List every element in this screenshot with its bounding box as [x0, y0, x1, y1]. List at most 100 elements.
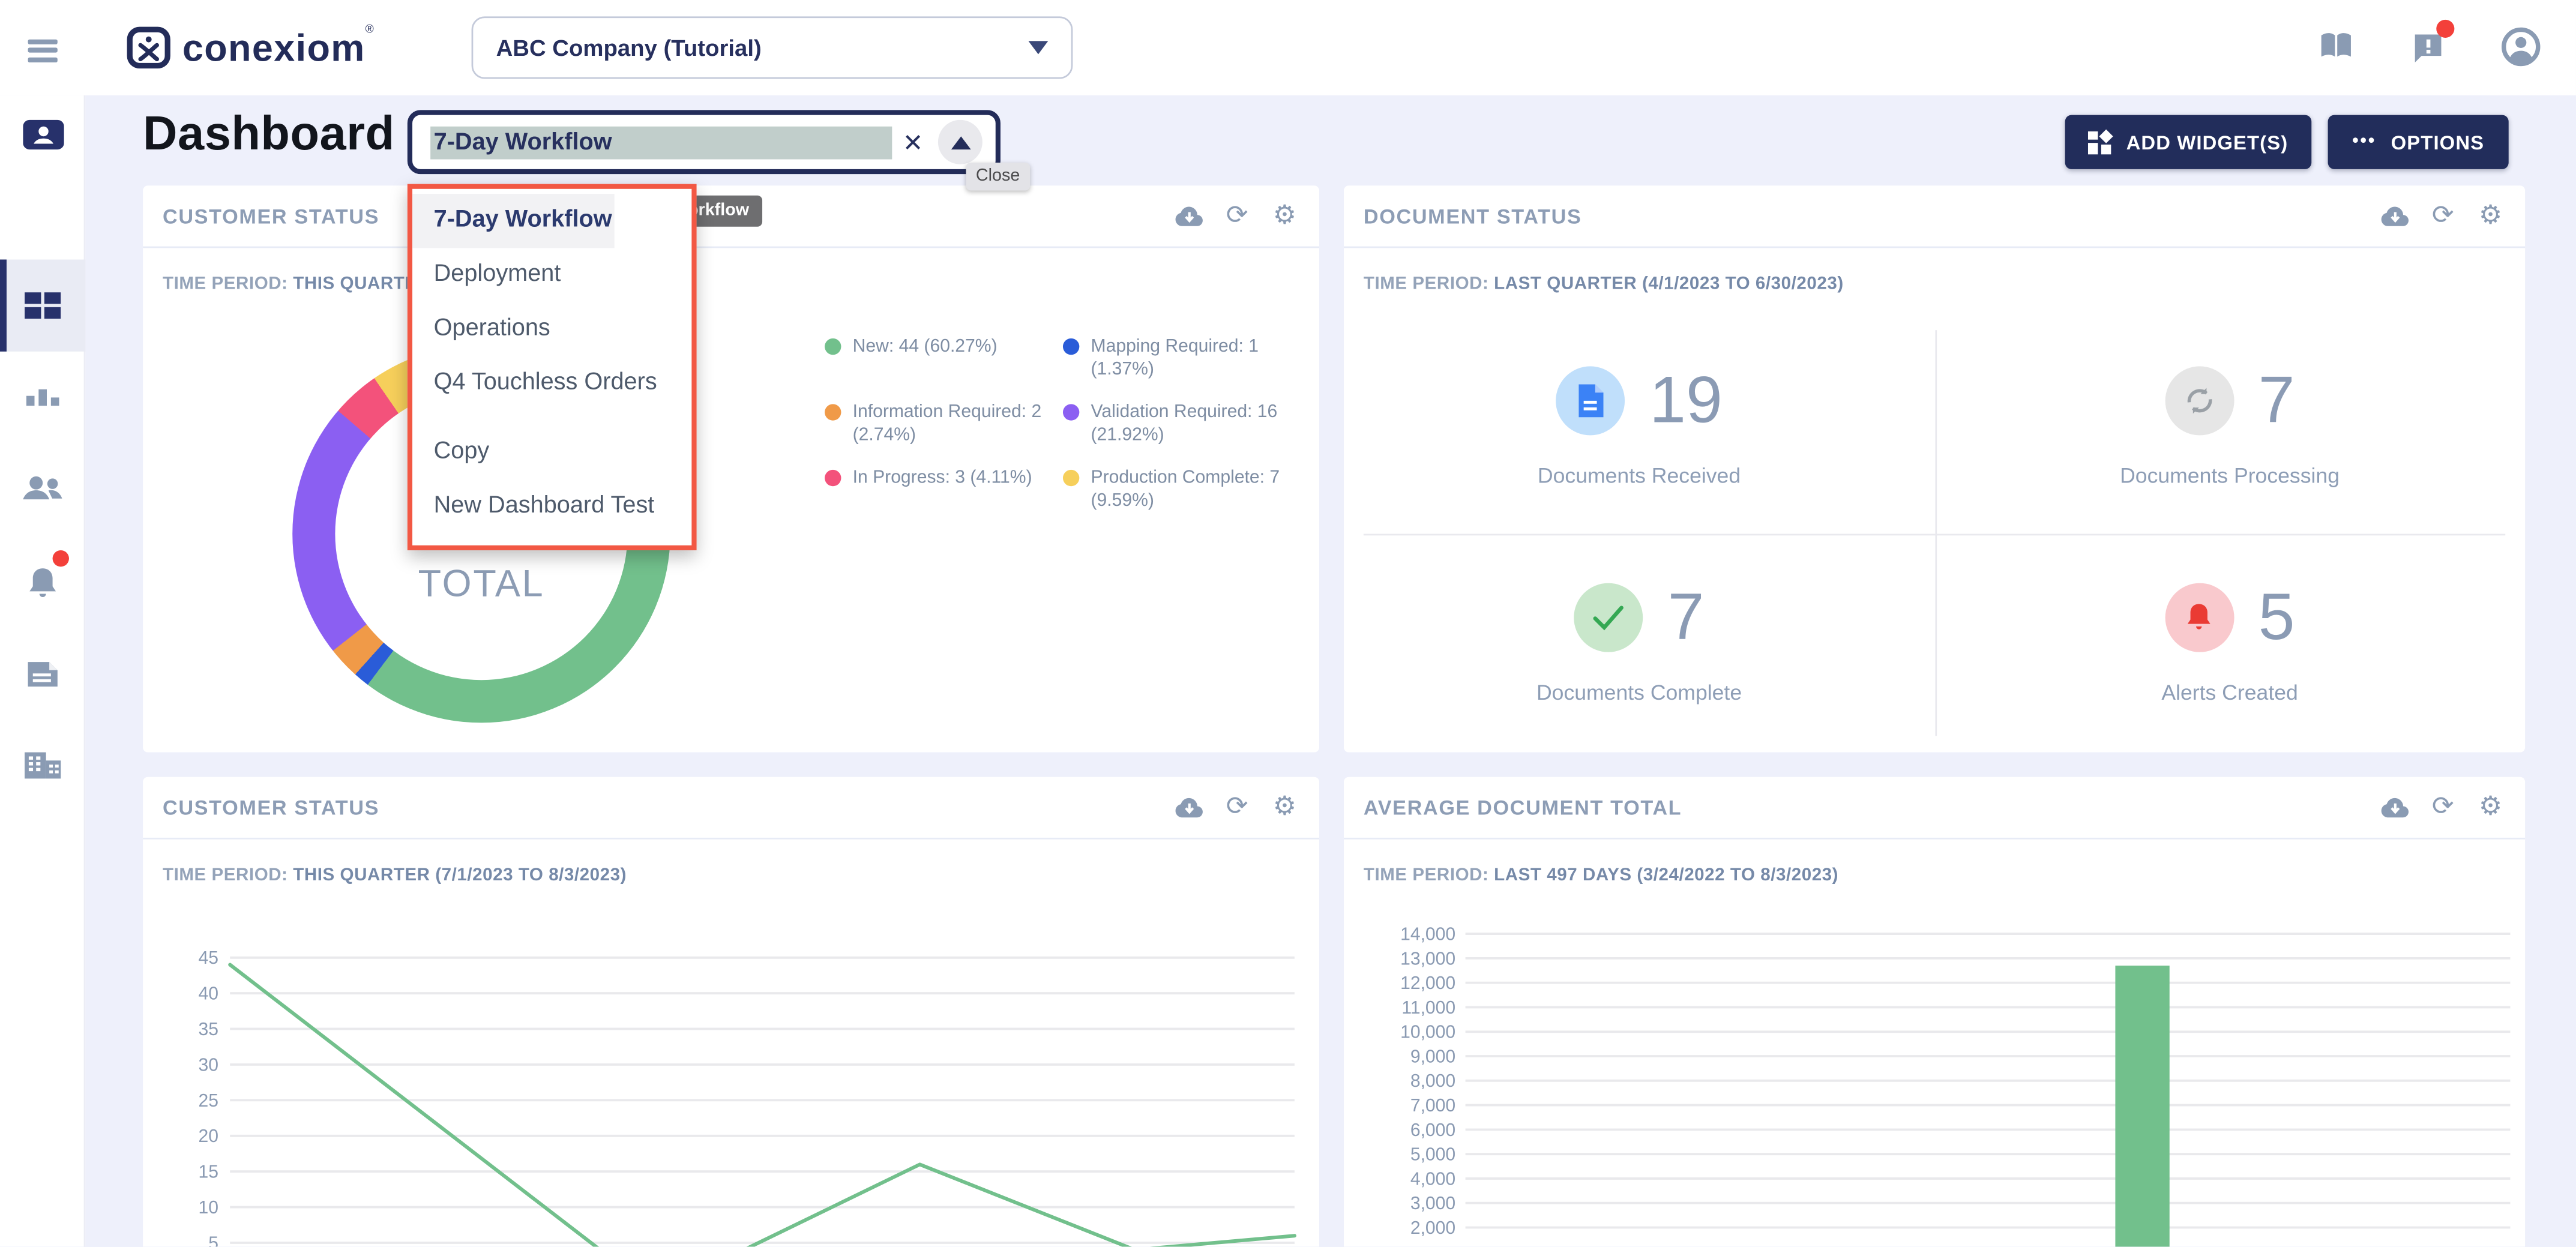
svg-text:9,000: 9,000 — [1410, 1047, 1455, 1066]
refresh-icon[interactable]: ⟳ — [1222, 201, 1251, 230]
dashboard-name-input[interactable]: 7-Day Workflow ✕ — [408, 110, 1001, 174]
sidebar-item-documents[interactable] — [0, 628, 85, 720]
svg-text:13,000: 13,000 — [1400, 949, 1455, 969]
export-icon[interactable] — [1175, 201, 1204, 230]
hamburger-menu-icon[interactable] — [28, 40, 58, 62]
legend-item[interactable]: Mapping Required: 1 (1.37%) — [1063, 337, 1304, 381]
stat-label: Documents Processing — [2120, 463, 2340, 488]
legend-dot-icon — [825, 404, 841, 420]
sidebar-item-notifications[interactable] — [0, 535, 85, 627]
svg-text:14,000: 14,000 — [1400, 924, 1455, 944]
sidebar-item-contact-card[interactable] — [0, 95, 85, 174]
feedback-icon[interactable] — [2409, 26, 2448, 69]
average-document-total-widget: AVERAGE DOCUMENT TOTAL ⟳ ⚙ TIME PERIOD: … — [1344, 777, 2525, 1247]
widgets-icon — [2089, 131, 2111, 154]
menu-item[interactable]: Q4 Touchless Orders — [412, 356, 691, 410]
sidebar-item-dashboard[interactable] — [0, 259, 85, 351]
stat-label: Alerts Created — [2161, 679, 2298, 704]
settings-icon[interactable]: ⚙ — [1270, 793, 1299, 822]
refresh-icon[interactable]: ⟳ — [2428, 793, 2458, 822]
svg-text:5,000: 5,000 — [1410, 1145, 1455, 1165]
legend-dot-icon — [825, 338, 841, 355]
bell-icon — [2165, 582, 2234, 651]
menu-item[interactable]: Copy — [412, 425, 691, 479]
options-button[interactable]: ••• OPTIONS — [2328, 115, 2509, 169]
legend-dot-icon — [1063, 404, 1079, 420]
refresh-icon[interactable]: ⟳ — [1222, 793, 1251, 822]
svg-text:40: 40 — [199, 984, 218, 1004]
svg-text:45: 45 — [199, 948, 218, 968]
widget-title: CUSTOMER STATUS — [163, 796, 379, 819]
app-stage: conexiom ® ABC Company (Tutorial) — [0, 0, 2576, 1247]
conexiom-logo-icon — [125, 22, 174, 74]
dashboard-dropdown-menu: 7-Day WorkflowDeploymentOperationsQ4 Tou… — [408, 184, 697, 550]
stat-label: Documents Received — [1538, 463, 1741, 488]
menu-item[interactable]: Deployment — [412, 248, 691, 302]
sidebar-item-analytics[interactable] — [0, 352, 85, 443]
average-document-total-bar-chart[interactable]: 14,00013,00012,00011,00010,0009,0008,000… — [1377, 909, 2527, 1247]
account-icon[interactable] — [2500, 26, 2540, 69]
svg-text:20: 20 — [199, 1126, 218, 1146]
stat-tile[interactable]: 7 Documents Processing — [1934, 320, 2525, 534]
legend-label: Production Complete: 7 (9.59%) — [1091, 468, 1280, 510]
conexiom-logo: conexiom ® — [125, 22, 374, 74]
settings-icon[interactable]: ⚙ — [2476, 201, 2505, 230]
legend-label: New: 44 (60.27%) — [853, 337, 998, 356]
document-icon — [1556, 366, 1625, 435]
time-period: TIME PERIOD: THIS QUARTER (7/1/2023 TO 8… — [163, 866, 627, 886]
donut-total-label: TOTAL — [292, 562, 670, 606]
customer-status-widget: CUSTOMER STATUS ⟳ ⚙ TIME PERIOD: THIS QU… — [143, 185, 1319, 752]
legend-item[interactable]: Validation Required: 16 (21.92%) — [1063, 403, 1304, 447]
export-icon[interactable] — [1175, 793, 1204, 822]
menu-item[interactable]: Operations — [412, 302, 691, 356]
company-selector[interactable]: ABC Company (Tutorial) — [472, 16, 1073, 79]
documentation-icon[interactable] — [2316, 26, 2356, 69]
export-icon[interactable] — [2380, 793, 2410, 822]
svg-text:25: 25 — [199, 1091, 218, 1111]
legend-item[interactable]: Information Required: 2 (2.74%) — [825, 403, 1063, 447]
sidebar-item-company[interactable] — [0, 720, 85, 811]
refresh-icon[interactable]: ⟳ — [2428, 201, 2458, 230]
svg-text:30: 30 — [199, 1055, 218, 1075]
stat-tile[interactable]: 19 Documents Received — [1344, 320, 1934, 534]
stat-value: 7 — [2259, 368, 2295, 433]
add-widgets-button[interactable]: ADD WIDGET(S) — [2065, 115, 2312, 169]
page-title: Dashboard — [143, 109, 395, 163]
legend-item[interactable]: Production Complete: 7 (9.59%) — [1063, 468, 1304, 512]
export-icon[interactable] — [2380, 201, 2410, 230]
svg-text:12,000: 12,000 — [1400, 973, 1455, 993]
widget-title: CUSTOMER STATUS — [163, 205, 379, 227]
time-period: TIME PERIOD: LAST QUARTER (4/1/2023 TO 6… — [1364, 274, 1844, 294]
widget-title: AVERAGE DOCUMENT TOTAL — [1364, 796, 1682, 819]
svg-text:15: 15 — [199, 1162, 218, 1182]
legend-label: Information Required: 2 (2.74%) — [853, 403, 1042, 445]
collapse-dropdown-button[interactable] — [938, 120, 983, 164]
stat-value: 7 — [1668, 584, 1705, 649]
clear-icon[interactable]: ✕ — [903, 127, 923, 157]
legend-label: Mapping Required: 1 (1.37%) — [1091, 337, 1259, 379]
legend-dot-icon — [1063, 338, 1079, 355]
stat-label: Documents Complete — [1536, 679, 1742, 704]
legend-label: Validation Required: 16 (21.92%) — [1091, 403, 1278, 445]
close-tooltip: Close — [966, 163, 1029, 191]
settings-icon[interactable]: ⚙ — [2476, 793, 2505, 822]
svg-text:5: 5 — [208, 1233, 218, 1246]
svg-text:3,000: 3,000 — [1410, 1194, 1455, 1213]
customer-status-line-chart[interactable]: 45403530252015105 — [176, 941, 1310, 1246]
feedback-badge — [2436, 20, 2454, 38]
legend-item[interactable]: New: 44 (60.27%) — [825, 337, 1063, 381]
legend-item[interactable]: In Progress: 3 (4.11%) — [825, 468, 1063, 512]
stat-tile[interactable]: 7 Documents Complete — [1344, 534, 1934, 753]
sidebar-item-users[interactable] — [0, 443, 85, 535]
stat-tile[interactable]: 5 Alerts Created — [1934, 534, 2525, 753]
svg-text:11,000: 11,000 — [1401, 998, 1455, 1018]
sidebar — [0, 95, 85, 1247]
svg-text:6,000: 6,000 — [1410, 1120, 1455, 1140]
widget-title: DOCUMENT STATUS — [1364, 205, 1582, 227]
legend-dot-icon — [825, 470, 841, 486]
menu-item[interactable]: 7-Day Workflow — [412, 194, 615, 248]
stat-value: 5 — [2259, 584, 2295, 649]
ellipsis-icon: ••• — [2352, 133, 2376, 151]
settings-icon[interactable]: ⚙ — [1270, 201, 1299, 230]
menu-item[interactable]: New Dashboard Test — [412, 479, 691, 533]
